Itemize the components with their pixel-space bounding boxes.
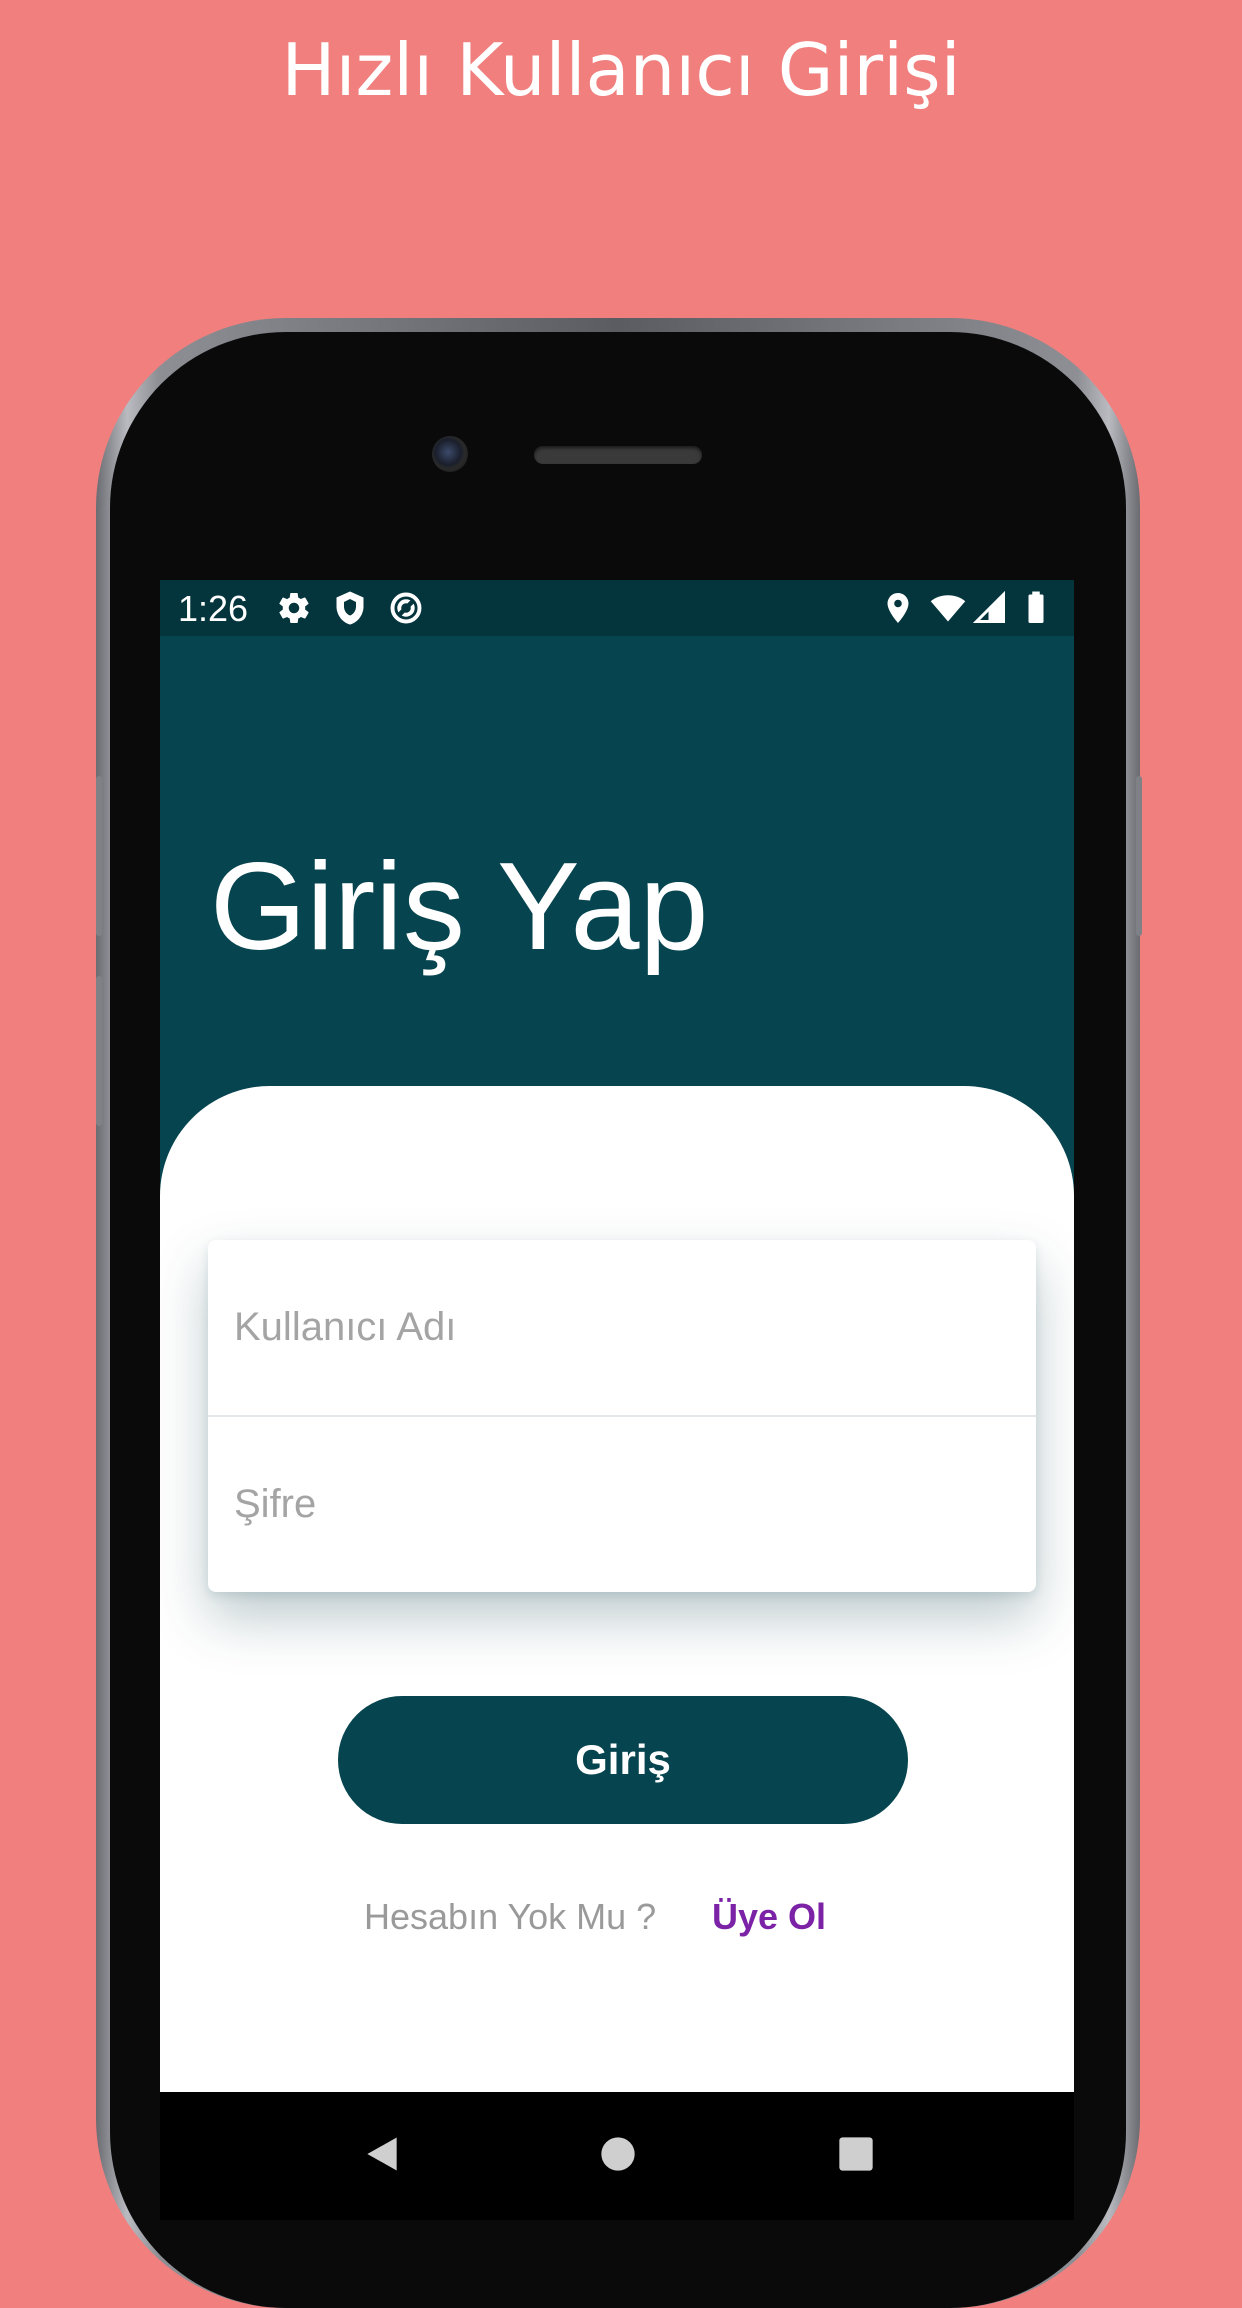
phone-side-button <box>1136 776 1142 936</box>
location-icon <box>887 593 909 623</box>
gear-icon <box>279 593 309 624</box>
battery-icon <box>1028 591 1044 623</box>
signup-row: Hesabın Yok Mu ? Üye Ol <box>160 1896 1074 1946</box>
phone-volume-button <box>96 776 102 936</box>
sync-icon <box>390 592 422 624</box>
recents-icon[interactable] <box>836 2132 876 2176</box>
status-time: 1:26 <box>178 588 249 629</box>
login-form-card <box>208 1240 1036 1592</box>
phone-volume-button <box>96 976 102 1126</box>
app-screen: 1:26 Giriş Yap Kullanıcı Adı Giriş Hesab… <box>160 580 1074 2092</box>
status-bar: 1:26 <box>160 580 1074 636</box>
shield-icon <box>336 591 364 625</box>
front-camera <box>432 436 468 472</box>
login-button[interactable]: Giriş <box>338 1696 908 1824</box>
username-input[interactable] <box>208 1240 1036 1415</box>
password-input[interactable] <box>208 1417 1036 1592</box>
navigation-bar <box>160 2092 1074 2220</box>
earpiece-speaker <box>534 446 702 464</box>
signal-icon <box>972 590 1005 623</box>
page-title: Giriş Yap <box>210 838 709 976</box>
signup-link[interactable]: Üye Ol <box>712 1896 826 1938</box>
home-icon[interactable] <box>598 2132 638 2176</box>
promo-title: Hızlı Kullanıcı Girişi <box>281 28 961 112</box>
signup-prompt: Hesabın Yok Mu ? <box>364 1896 657 1937</box>
back-icon[interactable] <box>360 2132 404 2176</box>
wifi-icon <box>930 595 966 622</box>
